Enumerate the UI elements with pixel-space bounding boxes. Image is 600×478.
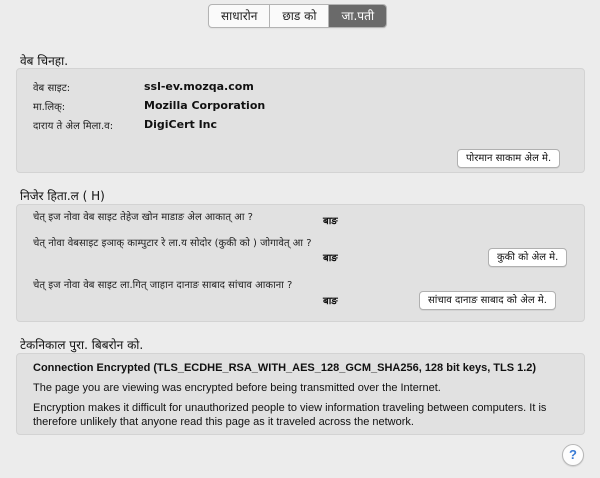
owner-value: Mozilla Corporation [144, 99, 266, 112]
technical-details-heading: टेकनिकाल पुरा. बिबरोन को. [20, 338, 144, 352]
encryption-note-line2: Encryption makes it difficult for unauth… [33, 402, 547, 428]
encryption-note-line1: The page you are viewing was encrypted b… [33, 382, 441, 394]
tab-permissions[interactable]: छाड को [270, 5, 330, 27]
website-identity-panel: वेब साइट: ssl-ev.mozqa.com मा.लिक्: Mozi… [16, 68, 585, 173]
view-saved-passwords-button[interactable]: सांचाव दानाङ साबाद को अेल मे. [419, 291, 556, 310]
view-certificate-button[interactable]: पोरमान साकाम अेल मे. [457, 149, 561, 168]
website-identity-heading: वेब चिनहा. [20, 54, 69, 68]
verifier-label: दाराय ते अेल मिला.व: [33, 121, 114, 132]
website-value: ssl-ev.mozqa.com [144, 80, 254, 93]
saved-passwords-answer: बाङ [323, 296, 338, 307]
tab-general[interactable]: साधारोन [209, 5, 271, 27]
connection-encrypted-title: Connection Encrypted (TLS_ECDHE_RSA_WITH… [33, 362, 537, 374]
cookies-question: चेत् नोवा वेबसाइट इञाक् काम्पुटार रे ला.… [33, 238, 312, 249]
saved-passwords-question: चेत् इज नोवा वेब साइट ला.गित् जाहान दाना… [33, 280, 293, 291]
owner-label: मा.लिक्: [33, 102, 66, 113]
visited-before-answer: बाङ [323, 216, 338, 227]
cookies-answer: बाङ [323, 253, 338, 264]
visited-before-question: चेत् इज नोवा वेब साइट तेहेज खोन माडाङ अे… [33, 212, 253, 223]
tab-security[interactable]: जा.पती [329, 5, 387, 27]
privacy-history-panel: चेत् इज नोवा वेब साइट तेहेज खोन माडाङ अे… [16, 204, 585, 322]
technical-details-panel: Connection Encrypted (TLS_ECDHE_RSA_WITH… [16, 353, 585, 435]
help-button[interactable]: ? [562, 444, 584, 466]
verifier-value: DigiCert Inc [144, 118, 218, 131]
tab-bar: साधारोन छाड को जा.पती [208, 4, 388, 28]
website-label: वेब साइट: [33, 83, 71, 94]
view-cookies-button[interactable]: कुकी को अेल मे. [488, 248, 568, 267]
privacy-history-heading: निजेर हिता.ल ( H) [20, 189, 105, 203]
